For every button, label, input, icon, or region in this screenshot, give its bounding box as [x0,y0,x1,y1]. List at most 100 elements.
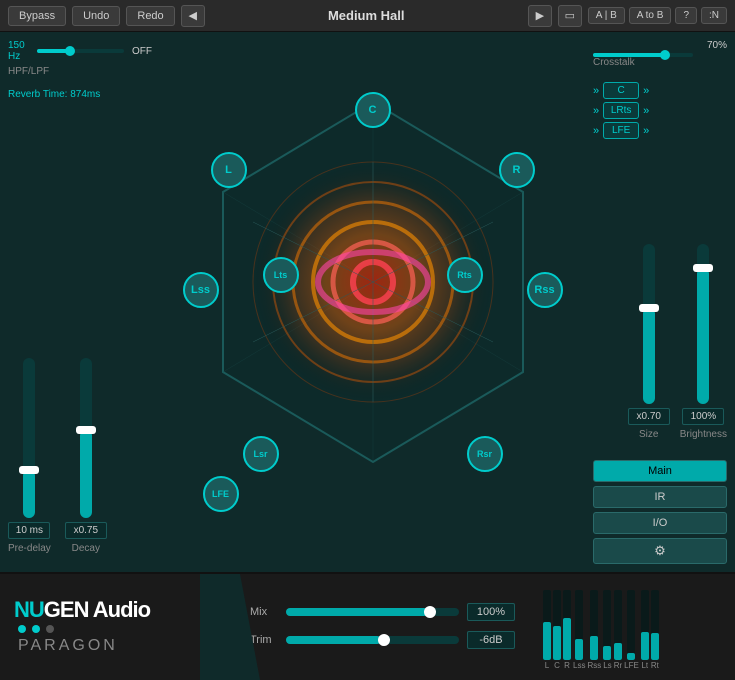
meter-bar-LFE [627,653,635,660]
menu-button[interactable]: :N [701,7,727,24]
size-value: x0.70 [628,408,670,425]
predelay-fader-track[interactable] [23,358,35,518]
undo-button[interactable]: Undo [72,6,120,26]
ct-arrow-out-LRts: » [643,105,649,117]
meter-grid: LCRLssRssLsRrLFELtRt [543,580,727,670]
speaker-node-C[interactable]: C [355,92,391,128]
ct-channel-btn-LRts[interactable]: LRts [603,102,639,119]
right-faders-row: x0.70 Size 100% Brightness [593,145,727,450]
meter-bar-container-Ls [603,590,611,660]
left-panel: 150 Hz OFF HPF/LPF Reverb Time: 874ms [0,32,160,572]
hexagon-svg [183,82,563,522]
meter-bar-C [553,626,561,660]
meter-bar-Rr [614,643,622,661]
ct-arrow-in-C: » [593,85,599,97]
ct-channel-btn-LFE[interactable]: LFE [603,122,639,139]
top-bar: Bypass Undo Redo ◀ Medium Hall ▶ ▭ A | B… [0,0,735,32]
meter-bar-container-L [543,590,551,660]
hpf-slider[interactable] [37,43,124,59]
meter-label-C: C [554,661,560,670]
meter-label-LFE: LFE [624,661,639,670]
dot-2 [32,625,40,633]
dot-3 [46,625,54,633]
atob-button[interactable]: A to B [629,7,672,24]
crosstalk-channels: » C » » LRts » » LFE » [593,82,727,139]
speaker-node-L[interactable]: L [211,152,247,188]
main-area: 150 Hz OFF HPF/LPF Reverb Time: 874ms [0,32,735,572]
io-nav-button[interactable]: I/O [593,512,727,534]
brand-logo: NUGEN Audio [14,597,216,623]
speaker-node-Lsr[interactable]: Lsr [243,436,279,472]
bypass-button[interactable]: Bypass [8,6,66,26]
ir-nav-button[interactable]: IR [593,486,727,508]
meter-bar-container-LFE [627,590,635,660]
bottom-divider-shape [200,574,260,680]
decay-fader-track[interactable] [80,358,92,518]
hpf-filter-row: 150 Hz OFF [8,40,152,62]
ct-arrow-out-LFE: » [643,125,649,137]
ct-channel-LFE: » LFE » [593,122,727,139]
play-button[interactable]: ▶ [528,5,552,27]
speaker-node-Lts[interactable]: Lts [263,257,299,293]
bottom-left-brand: NUGEN Audio PARAGON [0,574,230,678]
meter-bar-R [563,618,571,660]
ct-channel-C: » C » [593,82,727,99]
meter-bar-container-R [563,590,571,660]
meter-channel-L: L [543,590,551,670]
mix-row: Mix 100% [250,603,515,621]
trim-row: Trim -6dB [250,631,515,649]
hpf-value: 150 Hz [8,40,33,62]
meter-label-R: R [564,661,570,670]
crosstalk-label: Crosstalk [593,57,727,68]
crosstalk-slider[interactable] [593,53,693,57]
meter-label-Lss: Lss [573,661,585,670]
meter-label-Rr: Rr [614,661,622,670]
speaker-node-Rss[interactable]: Rss [527,272,563,308]
settings-nav-button[interactable]: ⚙ [593,538,727,564]
meter-label-Lt: Lt [641,661,648,670]
right-panel: 70% Crosstalk » C » » LRts » [585,32,735,572]
meter-label-Rss: Rss [587,661,601,670]
speaker-node-LFE[interactable]: LFE [203,476,239,512]
meter-bar-Lss [575,639,583,660]
size-fader-track[interactable] [643,244,655,404]
speaker-node-R[interactable]: R [499,152,535,188]
trim-slider[interactable] [286,636,459,644]
size-fader-col: x0.70 Size [628,244,670,440]
speaker-node-Lss[interactable]: Lss [183,272,219,308]
prev-preset-button[interactable]: ◀ [181,5,205,27]
brand-gen: GEN Audio [44,597,150,622]
nav-buttons: Main IR I/O ⚙ [593,460,727,564]
meter-bar-Ls [603,646,611,660]
reverb-time: Reverb Time: 874ms [8,89,152,100]
speaker-node-Rts[interactable]: Rts [447,257,483,293]
ab-button[interactable]: A | B [588,7,625,24]
brightness-fader-col: 100% Brightness [680,244,727,440]
meter-channel-Rr: Rr [614,590,622,670]
predelay-value: 10 ms [8,522,50,539]
main-nav-button[interactable]: Main [593,460,727,482]
hpf-lpf-label: HPF/LPF [8,66,152,77]
ct-arrow-in-LFE: » [593,125,599,137]
meter-label-Ls: Ls [603,661,611,670]
meter-channel-Rss: Rss [587,590,601,670]
meter-bar-container-Lss [575,590,583,660]
ct-channel-btn-C[interactable]: C [603,82,639,99]
size-label: Size [639,429,658,440]
lpf-value: OFF [132,46,152,57]
mix-slider[interactable] [286,608,459,616]
meter-bar-container-Rss [590,590,598,660]
redo-button[interactable]: Redo [126,6,174,26]
brand-dots [14,625,216,633]
decay-value: x0.75 [65,522,107,539]
brightness-fader-track[interactable] [697,244,709,404]
loop-button[interactable]: ▭ [558,5,582,27]
meter-channel-Rt: Rt [651,590,659,670]
crosstalk-section: 70% Crosstalk [593,40,727,68]
ct-channel-LRts: » LRts » [593,102,727,119]
preset-name: Medium Hall [211,8,522,23]
help-button[interactable]: ? [675,7,697,24]
trim-value: -6dB [467,631,515,649]
speaker-node-Rsr[interactable]: Rsr [467,436,503,472]
dot-1 [18,625,26,633]
